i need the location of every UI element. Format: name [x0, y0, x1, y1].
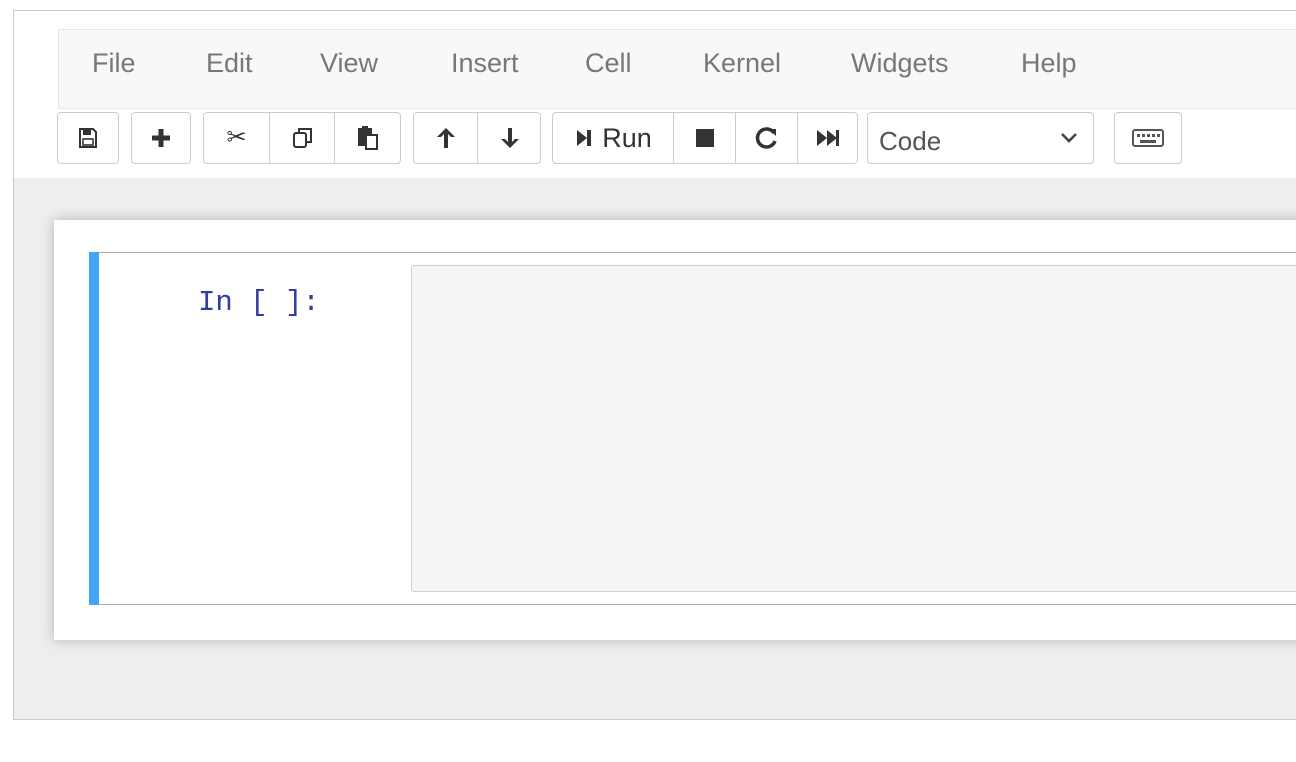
cell-type-value: Code [879, 126, 942, 156]
selected-cell-indicator [89, 252, 99, 605]
restart-run-all-button[interactable] [797, 113, 858, 163]
restart-kernel-button[interactable] [735, 113, 798, 163]
save-icon [79, 128, 97, 148]
stop-icon [696, 129, 714, 147]
move-button-group [413, 112, 541, 164]
menu-view[interactable]: View [320, 48, 378, 78]
run-button-group: Run [552, 112, 858, 164]
interrupt-kernel-button[interactable] [673, 113, 736, 163]
notebook-header: File Edit View Insert Cell Kernel Widget… [14, 11, 1296, 178]
copy-icon [292, 128, 312, 148]
save-button[interactable] [57, 112, 119, 164]
notebook-window: File Edit View Insert Cell Kernel Widget… [13, 10, 1296, 720]
arrow-down-icon [500, 128, 519, 148]
arrow-up-icon [436, 128, 455, 148]
cell-prompt: In [ ]: [198, 286, 320, 319]
chevron-down-icon [1061, 133, 1077, 143]
command-palette-button[interactable] [1114, 112, 1182, 164]
menu-kernel[interactable]: Kernel [703, 48, 781, 78]
cell-input-area[interactable] [411, 265, 1296, 592]
move-down-button[interactable] [477, 113, 541, 163]
cell-type-select[interactable]: Code [867, 112, 1094, 164]
insert-cell-button[interactable] [131, 112, 191, 164]
keyboard-icon [1132, 129, 1164, 147]
paste-button[interactable] [334, 113, 401, 163]
fast-forward-icon [817, 130, 839, 146]
menu-cell[interactable]: Cell [585, 48, 632, 78]
move-up-button[interactable] [414, 113, 477, 163]
edit-button-group: ✂ [203, 112, 401, 164]
menu-widgets[interactable]: Widgets [851, 48, 949, 78]
paste-icon [358, 126, 378, 150]
menu-edit[interactable]: Edit [206, 48, 253, 78]
plus-icon [152, 129, 170, 147]
copy-button[interactable] [269, 113, 335, 163]
menubar: File Edit View Insert Cell Kernel Widget… [58, 29, 1296, 109]
scissors-icon: ✂ [226, 124, 247, 151]
notebook-container: In [ ]: [54, 220, 1296, 640]
run-label: Run [602, 122, 652, 153]
menu-file[interactable]: File [92, 48, 136, 78]
menu-insert[interactable]: Insert [451, 48, 519, 78]
run-button[interactable]: Run [553, 113, 673, 163]
step-forward-icon [577, 130, 592, 146]
redo-icon [755, 127, 777, 149]
menu-help[interactable]: Help [1021, 48, 1077, 78]
cut-button[interactable]: ✂ [204, 113, 269, 163]
